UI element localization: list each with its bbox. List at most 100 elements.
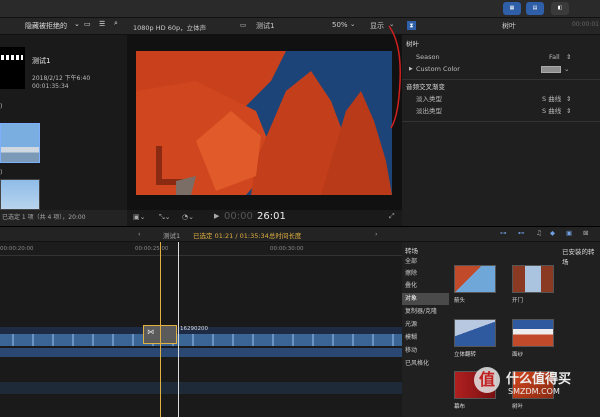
layout-grid-icon[interactable]: ▦ bbox=[503, 2, 521, 15]
chevron-down-icon[interactable]: ⌄ bbox=[74, 20, 80, 28]
effect-thumbnail-flip[interactable] bbox=[454, 319, 496, 347]
audio-meter-icon[interactable]: ▤ bbox=[526, 2, 544, 15]
updown-icon[interactable]: ⇕ bbox=[566, 94, 571, 105]
season-label: Season bbox=[416, 53, 440, 61]
effect-label: 幕布 bbox=[454, 404, 466, 410]
play-icon[interactable]: ▶ bbox=[214, 212, 219, 220]
format-label: 1080p HD 60p，立体声 bbox=[133, 24, 207, 32]
category-stylized[interactable]: 已风格化 bbox=[402, 358, 449, 370]
fade-in-label: 淡入类型 bbox=[416, 95, 442, 103]
inspector-timecode: 00:00:01 bbox=[572, 21, 599, 28]
effect-thumbnail-arrows[interactable] bbox=[454, 265, 496, 293]
fade-out-row: 淡出类型 S 曲线 ⇕ bbox=[406, 106, 600, 117]
effect-thumbnail-door[interactable] bbox=[512, 265, 554, 293]
event-duration: 00:01:35:34 bbox=[32, 83, 69, 90]
clip-appearance-icon[interactable]: ⊶ bbox=[500, 229, 507, 237]
timeline-header: ‹ 测试1 已选定 01:21 / 01:35:34总时间长度 › ⊶ ⊷ ♫ … bbox=[0, 226, 600, 242]
transition-icon: ⋈ bbox=[147, 328, 154, 336]
browser-tab[interactable]: 转场 bbox=[405, 245, 418, 255]
ruler-tick-label: 00:00:20:00 bbox=[0, 246, 34, 252]
clip-thumbnail[interactable] bbox=[0, 123, 40, 163]
updown-icon[interactable]: ⇕ bbox=[566, 106, 571, 117]
effect-label: 立体翻转 bbox=[454, 352, 477, 358]
leaves-section-title: 树叶 bbox=[406, 40, 419, 48]
filmstrip-icon[interactable]: ▭ bbox=[84, 20, 91, 28]
inspector-toolbar: ⧗ 树叶 00:00:01 bbox=[402, 18, 600, 35]
clip-thumbnail-2[interactable] bbox=[0, 179, 40, 210]
category-blur[interactable]: 模糊 bbox=[402, 332, 449, 344]
library-filter-label[interactable]: 隐藏被拒绝的 bbox=[25, 21, 67, 31]
installed-title: 已安装的转场 bbox=[562, 248, 595, 266]
timeline[interactable]: 16290200 ⋈ bbox=[0, 242, 402, 417]
top-toolbar: ▦ ▤ ◧ bbox=[0, 0, 600, 18]
effect-thumbnail-veil[interactable] bbox=[512, 319, 554, 347]
crop-icon[interactable]: ⤡⌄ bbox=[159, 213, 170, 222]
collapse-arrow-icon[interactable]: ) bbox=[0, 103, 2, 110]
fade-in-row: 淡入类型 S 曲线 ⇕ bbox=[406, 94, 600, 105]
category-movement[interactable]: 移动 bbox=[402, 345, 449, 357]
back-arrow-icon[interactable]: ‹ bbox=[138, 230, 141, 238]
fullscreen-icon[interactable]: ⤢ bbox=[389, 212, 395, 221]
divider bbox=[402, 79, 600, 80]
divider bbox=[402, 121, 600, 122]
category-wipe[interactable]: 擦除 bbox=[402, 268, 449, 280]
event-date: 2018/2/12 下午6:40 bbox=[32, 75, 91, 82]
headphones-icon[interactable]: ♫ bbox=[536, 229, 542, 237]
fade-in-select[interactable]: S 曲线 bbox=[542, 94, 561, 105]
video-clip[interactable] bbox=[0, 334, 402, 346]
custom-color-label: Custom Color bbox=[416, 65, 460, 73]
skimmer[interactable] bbox=[178, 242, 179, 417]
color-well[interactable] bbox=[541, 66, 561, 73]
transitions-browser-icon[interactable]: ⊠ bbox=[583, 229, 588, 237]
playhead[interactable] bbox=[160, 242, 161, 417]
playback-controls: ▣⌄ ⤡⌄ ◔⌄ ▶ 00:00 26:01 ⤢ bbox=[127, 210, 402, 226]
fade-out-select[interactable]: S 曲线 bbox=[542, 106, 561, 117]
clip-label: 16290200 bbox=[180, 326, 208, 332]
season-row: Season Fall ⇕ bbox=[406, 52, 600, 63]
disclosure-arrow-icon[interactable]: ▶ bbox=[409, 64, 413, 75]
inspector-toggle-icon[interactable]: ◧ bbox=[551, 2, 569, 15]
library-footer: 已选定 1 项（共 4 项），20:00 bbox=[0, 210, 127, 226]
effects-browser-icon[interactable]: ▣ bbox=[566, 229, 572, 237]
crossfade-title: 音频交叉渐变 bbox=[406, 83, 445, 91]
transform-icon[interactable]: ▣⌄ bbox=[133, 213, 145, 221]
custom-color-row: ▶ Custom Color ⌄ bbox=[406, 64, 600, 75]
timecode-prefix: 00:00 bbox=[224, 211, 253, 222]
effect-label: 箭头 bbox=[454, 298, 466, 304]
chevron-down-icon[interactable]: ⌄ bbox=[564, 64, 569, 75]
event-thumbnail[interactable] bbox=[0, 47, 25, 89]
timeline-ruler[interactable]: 00:00:20:00 00:00:25:00 00:00:30:00 bbox=[0, 242, 402, 256]
watermark-text: 什么值得买 bbox=[506, 372, 572, 387]
zoom-select[interactable]: 50% bbox=[332, 21, 348, 29]
timecode: 26:01 bbox=[257, 211, 286, 222]
season-select[interactable]: Fall bbox=[549, 52, 560, 63]
inspector-title: 树叶 bbox=[502, 22, 516, 30]
viewer-toolbar: 1080p HD 60p，立体声 ▭ 测试1 50% ⌄ 显示 ⌄ bbox=[127, 18, 402, 35]
snapping-icon[interactable]: ⊷ bbox=[518, 229, 525, 237]
smzdm-watermark: 值 什么值得买 SMZDM.COM bbox=[470, 364, 600, 417]
watermark-url: SMZDM.COM bbox=[508, 387, 560, 396]
category-all[interactable]: 全部 bbox=[402, 256, 449, 268]
updown-icon[interactable]: ⇕ bbox=[566, 52, 571, 63]
forward-arrow-icon[interactable]: › bbox=[375, 230, 378, 238]
category-lights[interactable]: 光源 bbox=[402, 319, 449, 331]
leaves-transition-image bbox=[136, 51, 392, 195]
clapper-icon bbox=[1, 55, 23, 60]
smzdm-logo-icon: 值 bbox=[474, 367, 500, 393]
chevron-down-icon[interactable]: ⌄ bbox=[350, 20, 355, 28]
category-replicator[interactable]: 复制器/克隆 bbox=[402, 306, 449, 318]
category-objects[interactable]: 对象 bbox=[402, 293, 449, 305]
transition-inspector-icon[interactable]: ⧗ bbox=[407, 21, 416, 30]
collapse-arrow-icon-2[interactable]: ) bbox=[0, 169, 2, 176]
list-view-icon[interactable]: ☰ bbox=[99, 20, 105, 28]
search-icon[interactable]: ⌕ bbox=[114, 19, 118, 28]
library-browser: 测试1 2018/2/12 下午6:40 00:01:35:34 ) ) bbox=[0, 35, 127, 210]
speed-icon[interactable]: ◔⌄ bbox=[182, 213, 194, 221]
effect-label: 面纱 bbox=[512, 352, 524, 358]
category-dissolve[interactable]: 叠化 bbox=[402, 280, 449, 292]
project-name: 测试1 bbox=[163, 232, 181, 240]
skimming-icon[interactable]: ◆ bbox=[550, 229, 555, 237]
event-title: 测试1 bbox=[32, 57, 51, 65]
video-frame bbox=[136, 51, 392, 195]
audio-track[interactable] bbox=[0, 348, 402, 357]
